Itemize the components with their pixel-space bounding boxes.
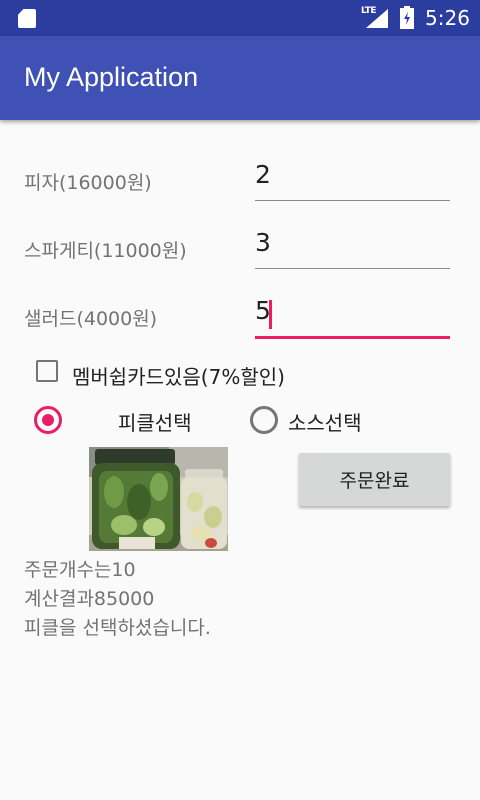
status-clock: 5:26 [425, 6, 470, 30]
status-bar: LTE 5:26 [0, 0, 480, 36]
salad-label: 샐러드(4000원) [24, 308, 158, 330]
pickle-radio-label[interactable]: 피클선택 [118, 407, 192, 436]
result-total-text: 계산결과85000 [24, 588, 155, 610]
sauce-radio-label[interactable]: 소스선택 [288, 407, 362, 436]
signal-icon [366, 9, 388, 28]
spaghetti-quantity-value: 3 [255, 228, 271, 257]
result-choice-text: 피클을 선택하셨습니다. [24, 617, 211, 639]
membership-checkbox-label[interactable]: 멤버쉽카드있음(7%할인) [72, 361, 285, 390]
pickle-jar-photo [89, 447, 228, 551]
app-bar: My Application [0, 36, 480, 120]
salad-quantity-field[interactable]: 5 [255, 296, 450, 339]
pickle-radio[interactable] [34, 406, 62, 434]
app-title: My Application [24, 62, 199, 92]
radio-selected-dot [42, 414, 54, 426]
text-cursor [269, 300, 272, 329]
pizza-quantity-field[interactable]: 2 [255, 160, 450, 201]
sd-card-icon [18, 9, 36, 28]
spaghetti-label: 스파게티(11000원) [24, 240, 187, 262]
pizza-label: 피자(16000원) [24, 172, 152, 194]
pizza-quantity-value: 2 [255, 160, 271, 189]
membership-checkbox[interactable] [36, 360, 58, 382]
battery-icon [400, 6, 414, 29]
order-complete-button[interactable]: 주문완료 [299, 453, 450, 506]
spaghetti-quantity-field[interactable]: 3 [255, 228, 450, 269]
sauce-radio[interactable] [250, 406, 278, 434]
result-count-text: 주문개수는10 [24, 559, 136, 581]
